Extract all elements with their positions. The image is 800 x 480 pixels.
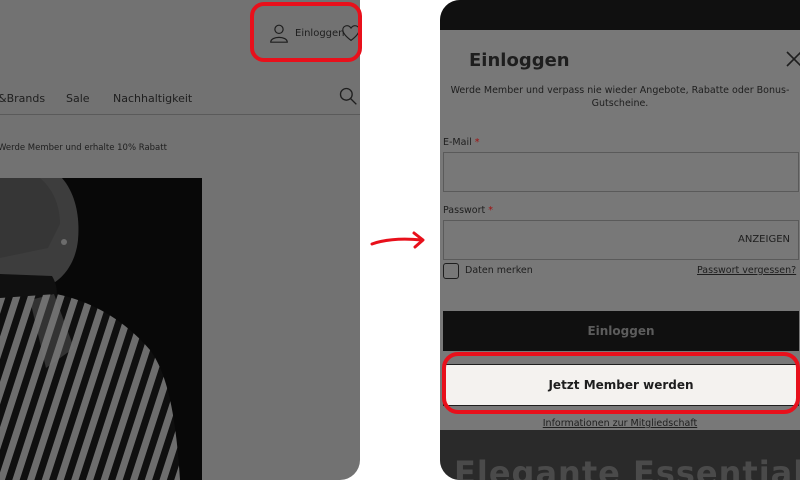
top-bar xyxy=(440,0,800,30)
forgot-password-link[interactable]: Passwort vergessen? xyxy=(697,265,796,276)
search-icon[interactable] xyxy=(338,86,358,106)
model-photo xyxy=(0,178,202,480)
remember-label: Daten merken xyxy=(465,265,533,276)
modal-title: Einloggen xyxy=(469,50,570,71)
required-mark: * xyxy=(474,137,480,148)
left-screenshot-panel: Einloggen &Brands Sale Nachhaltigkeit We… xyxy=(0,0,360,480)
login-highlight xyxy=(250,2,362,62)
nav-item-brands[interactable]: &Brands xyxy=(0,92,45,105)
email-label: E-Mail * xyxy=(443,137,480,148)
promo-banner[interactable]: Werde Member und erhalte 10% Rabatt xyxy=(0,143,167,153)
nav-divider xyxy=(0,114,360,115)
hero-image xyxy=(0,178,202,480)
membership-info-link[interactable]: Informationen zur Mitgliedschaft xyxy=(440,418,800,429)
nav-item-sale[interactable]: Sale xyxy=(66,92,90,105)
page-banner: Elegante Essentials xyxy=(440,430,800,480)
password-label: Passwort * xyxy=(443,205,494,216)
required-mark: * xyxy=(488,205,494,216)
modal-subtitle: Werde Member und verpass nie wieder Ange… xyxy=(450,85,790,109)
nav-item-sustainability[interactable]: Nachhaltigkeit xyxy=(113,92,192,105)
banner-text: Elegante Essentials xyxy=(454,454,800,480)
remember-checkbox[interactable] xyxy=(443,263,459,279)
login-button[interactable]: Einloggen xyxy=(443,311,799,351)
show-password-button[interactable]: ANZEIGEN xyxy=(738,234,790,245)
password-field[interactable]: ANZEIGEN xyxy=(443,220,799,260)
close-icon[interactable] xyxy=(785,50,800,68)
email-field[interactable] xyxy=(443,152,799,192)
arrow-icon xyxy=(370,231,425,249)
member-highlight xyxy=(442,352,800,414)
